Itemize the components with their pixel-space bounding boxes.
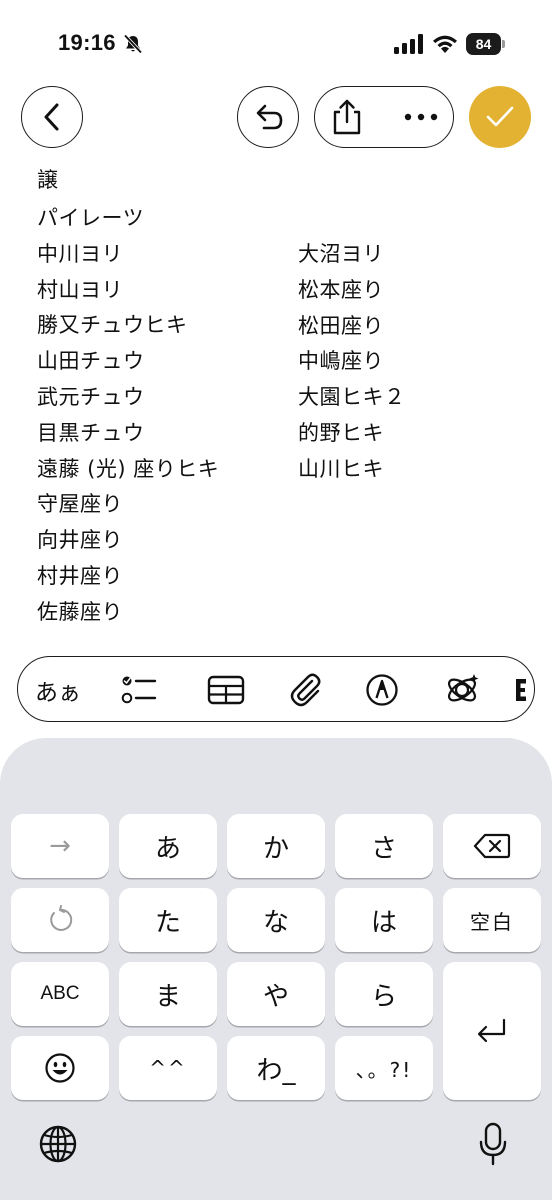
key-arrow[interactable]: → bbox=[11, 814, 109, 878]
space-key[interactable]: 空白 bbox=[443, 888, 541, 952]
wifi-icon bbox=[433, 35, 457, 53]
markup-pen-icon bbox=[366, 674, 398, 706]
note-line: 目黒チュウ bbox=[37, 420, 145, 445]
battery-level: 84 bbox=[466, 33, 501, 55]
microphone-icon[interactable] bbox=[478, 1122, 508, 1166]
text-style-button[interactable]: あぁ bbox=[26, 657, 90, 721]
bell-slash-icon bbox=[123, 34, 143, 54]
checklist-icon bbox=[121, 676, 157, 704]
key-na[interactable]: な bbox=[227, 888, 325, 952]
note-line: 武元チュウ bbox=[37, 384, 145, 409]
key-a[interactable]: あ bbox=[119, 814, 217, 878]
note-line: 山川ヒキ bbox=[298, 456, 384, 481]
key-punctuation[interactable]: 、。?! bbox=[335, 1036, 433, 1100]
signal-icon bbox=[394, 34, 423, 54]
more-format-button[interactable] bbox=[512, 657, 534, 721]
key-abc[interactable]: ABC bbox=[11, 962, 109, 1026]
note-line: 松本座り bbox=[298, 277, 384, 302]
battery-icon: 84 bbox=[466, 33, 506, 55]
note-line: 中川ヨリ bbox=[37, 241, 123, 266]
note-line: 山田チュウ bbox=[37, 349, 145, 374]
done-button[interactable] bbox=[469, 86, 531, 148]
text-style-label: あぁ bbox=[35, 680, 81, 706]
key-ya[interactable]: や bbox=[227, 962, 325, 1026]
ellipsis-icon[interactable] bbox=[403, 109, 439, 125]
undo-icon bbox=[50, 905, 73, 931]
apple-intelligence-icon bbox=[447, 674, 479, 702]
more-icon bbox=[516, 679, 526, 701]
return-key[interactable] bbox=[443, 962, 541, 1100]
note-left-column: パイレーツ 中川ヨリ 村山ヨリ 勝又チュウヒキ 山田チュウ 武元チュウ 目黒チュ… bbox=[37, 200, 219, 630]
format-toolbar: あぁ bbox=[17, 656, 535, 722]
note-line: 松田座り bbox=[298, 313, 384, 338]
note-right-column: 大沼ヨリ 松本座り 松田座り 中嶋座り 大園ヒキ２ 的野ヒキ 山川ヒキ bbox=[298, 236, 406, 487]
paperclip-icon bbox=[290, 673, 321, 707]
key-ma[interactable]: ま bbox=[119, 962, 217, 1026]
chevron-left-icon bbox=[44, 103, 59, 131]
key-kaomoji[interactable]: ^^ bbox=[119, 1036, 217, 1100]
emoji-key[interactable] bbox=[11, 1036, 109, 1100]
key-ka[interactable]: か bbox=[227, 814, 325, 878]
delete-icon bbox=[473, 833, 511, 859]
share-more-group bbox=[314, 86, 454, 148]
key-undo[interactable] bbox=[11, 888, 109, 952]
note-line: 勝又チュウヒキ bbox=[37, 313, 188, 338]
note-line: 中嶋座り bbox=[298, 349, 384, 374]
markup-button[interactable] bbox=[352, 657, 412, 721]
key-ta[interactable]: た bbox=[119, 888, 217, 952]
note-line: 守屋座り bbox=[37, 492, 123, 517]
status-time: 19:16 bbox=[58, 30, 116, 55]
note-line: 大園ヒキ２ bbox=[298, 385, 406, 410]
apple-intelligence-button[interactable] bbox=[432, 657, 492, 721]
status-bar: 19:16 84 bbox=[0, 0, 552, 80]
note-line: 村井座り bbox=[37, 563, 123, 588]
note-line: 大沼ヨリ bbox=[298, 242, 384, 266]
table-button[interactable] bbox=[196, 657, 256, 721]
back-button[interactable] bbox=[21, 86, 83, 148]
globe-icon[interactable] bbox=[38, 1124, 78, 1164]
delete-key[interactable] bbox=[443, 814, 541, 878]
emoji-icon bbox=[45, 1053, 75, 1083]
note-line: パイレーツ bbox=[37, 206, 145, 230]
note-line: 遠藤 (光) 座りヒキ bbox=[37, 456, 220, 481]
note-line: 佐藤座り bbox=[37, 599, 123, 624]
key-ha[interactable]: は bbox=[335, 888, 433, 952]
key-sa[interactable]: さ bbox=[335, 814, 433, 878]
note-title: 譲 bbox=[37, 168, 58, 192]
note-line: 向井座り bbox=[37, 528, 123, 553]
share-icon[interactable] bbox=[329, 98, 365, 136]
checkmark-icon bbox=[486, 106, 514, 127]
note-line: 村山ヨリ bbox=[37, 277, 123, 302]
key-wa[interactable]: わ_ bbox=[227, 1036, 325, 1100]
key-ra[interactable]: ら bbox=[335, 962, 433, 1026]
checklist-button[interactable] bbox=[110, 657, 170, 721]
note-line: 的野ヒキ bbox=[298, 420, 384, 445]
undo-icon bbox=[256, 104, 283, 130]
table-icon bbox=[207, 675, 245, 705]
return-icon bbox=[477, 1018, 506, 1043]
attachment-button[interactable] bbox=[276, 657, 336, 721]
undo-button[interactable] bbox=[237, 86, 299, 148]
